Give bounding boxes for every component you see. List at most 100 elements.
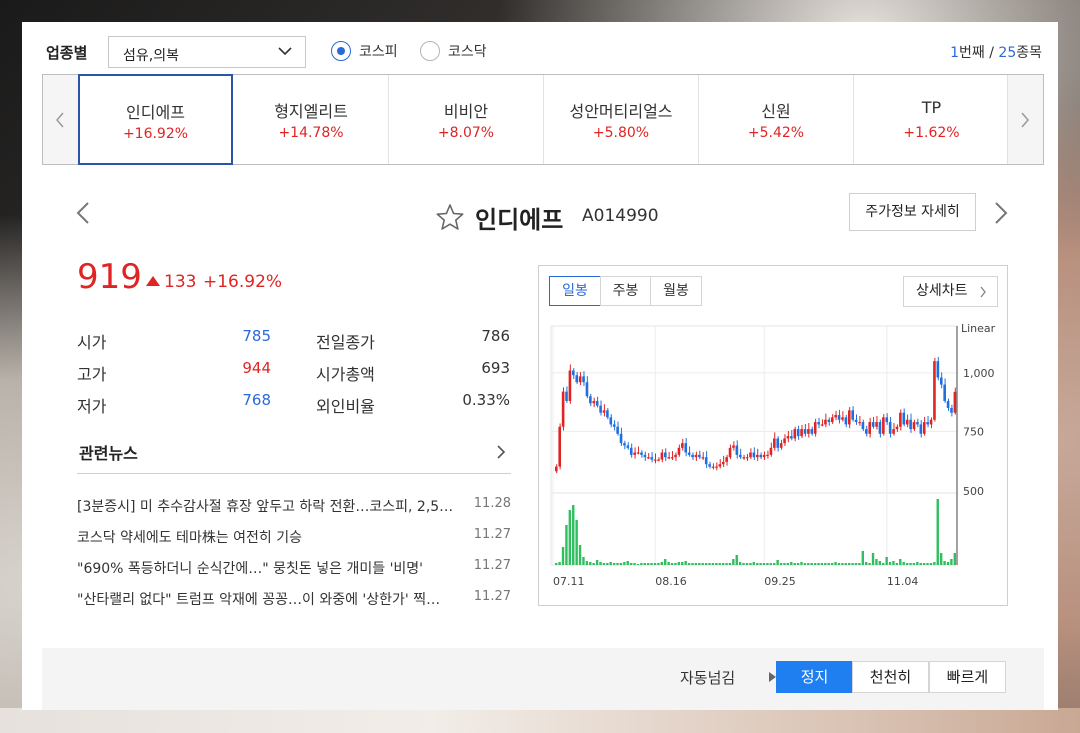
volume-bar	[626, 561, 629, 565]
candle	[633, 452, 636, 455]
candle	[790, 436, 793, 439]
market-radio-kosdaq[interactable]: 코스닥	[420, 40, 487, 62]
candle	[847, 410, 851, 425]
background-photo-bottom	[0, 708, 1080, 733]
volume-bar	[561, 547, 565, 565]
autoplay-slow-button[interactable]: 천천히	[852, 661, 929, 693]
tab-stock[interactable]: 형지엘리트 +14.78%	[234, 75, 389, 164]
chart-scale-label: Linear	[961, 322, 996, 335]
volume-bar	[592, 563, 595, 565]
candle	[565, 391, 568, 401]
stat-label: 시가	[77, 333, 107, 352]
autoplay-stop-button[interactable]: 정지	[776, 661, 853, 693]
tab-stock-name: 비비안	[443, 102, 489, 121]
volume-bar	[953, 553, 956, 565]
candle	[725, 457, 728, 462]
candle	[732, 445, 735, 448]
volume-bar	[623, 562, 626, 565]
candle	[851, 410, 854, 420]
candle	[738, 454, 742, 458]
news-item[interactable]: "690% 폭등하더니 순식간에…" 뭉칫돈 넣은 개미들 '비명' 11.27	[77, 556, 511, 580]
tabs-prev-button[interactable]	[43, 75, 79, 164]
candle	[902, 412, 906, 425]
volume-bar	[636, 564, 640, 565]
candle	[803, 429, 807, 434]
stat-label: 저가	[77, 397, 107, 416]
tab-stock[interactable]: 인디에프 +16.92%	[78, 74, 233, 165]
stock-detail-button[interactable]: 주가정보 자세히	[849, 193, 976, 231]
candle	[612, 424, 616, 427]
volume-bar	[735, 555, 738, 565]
volume-bar	[602, 563, 606, 565]
news-section-title: 관련뉴스	[79, 444, 138, 463]
chart-period-monthly[interactable]: 월봉	[650, 276, 702, 306]
x-tick-label: 07.11	[553, 575, 585, 588]
news-item[interactable]: [3분증시] 미 추수감사절 휴장 앞두고 하락 전환…코스피, 2,5… 11…	[77, 494, 511, 518]
market-radio-kospi[interactable]: 코스피	[331, 40, 398, 62]
news-item[interactable]: 코스닥 약세에도 테마株는 여전히 기승 11.27	[77, 525, 511, 549]
volume-bar	[738, 562, 742, 565]
candle	[592, 400, 596, 404]
candle	[568, 370, 572, 401]
tab-stock[interactable]: 성안머티리얼스 +5.80%	[544, 75, 699, 164]
news-date: 11.27	[473, 527, 511, 542]
volume-bar	[762, 563, 766, 565]
volume-bar	[664, 559, 667, 565]
candle	[888, 422, 892, 434]
next-stock-arrow-icon[interactable]	[992, 200, 1010, 226]
pager-total: 25	[998, 45, 1017, 61]
candle	[691, 454, 694, 458]
volume-bar	[572, 505, 575, 565]
news-headline: [3분증시] 미 추수감사절 휴장 앞두고 하락 전환…코스피, 2,5…	[77, 499, 454, 515]
pager-total-suffix: 종목	[1016, 45, 1042, 61]
market-radio-label: 코스피	[359, 44, 398, 60]
candle	[796, 429, 800, 437]
candle	[582, 376, 585, 383]
volume-bar	[813, 563, 817, 565]
tab-stock[interactable]: 비비안 +8.07%	[389, 75, 544, 164]
candle	[687, 452, 691, 455]
candle	[779, 443, 783, 448]
candle	[578, 376, 582, 383]
favorite-star-icon[interactable]	[435, 203, 465, 231]
prev-stock-arrow-icon[interactable]	[74, 200, 92, 226]
volume-bar	[711, 563, 715, 565]
candlestick-chart[interactable]: Linear 1,000 750 500 07.11 08.16 09.25 11.04	[547, 322, 1001, 598]
tab-stock[interactable]: 신원 +5.42%	[699, 75, 854, 164]
news-item[interactable]: "산타랠리 없다" 트럼프 악재에 꽁꽁…이 와중에 '상한가' 찍… 11.2…	[77, 587, 511, 611]
candle	[684, 443, 688, 453]
chart-period-weekly[interactable]: 주봉	[600, 276, 651, 306]
filter-bar: 업종별 섬유,의복 코스피 코스닥 1번째 / 25종목	[22, 22, 1058, 74]
stock-tabs: 인디에프 +16.92% 형지엘리트 +14.78% 비비안 +8.07% 성안…	[42, 74, 1044, 165]
candle	[664, 452, 667, 458]
chart-period-daily[interactable]: 일봉	[549, 276, 601, 306]
autoplay-bar: 자동넘김 정지 천천히 빠르게	[42, 648, 1044, 710]
radio-selected-icon	[331, 41, 351, 61]
chevron-right-icon[interactable]	[496, 444, 506, 460]
candle	[844, 417, 848, 425]
volume-bar	[837, 563, 841, 565]
volume-bar	[677, 562, 681, 565]
candle	[824, 419, 827, 425]
autoplay-fast-button[interactable]: 빠르게	[929, 661, 1006, 693]
detail-chart-button[interactable]: 상세차트	[903, 276, 998, 307]
tabs-next-button[interactable]	[1007, 75, 1043, 164]
candle	[813, 422, 817, 434]
news-date: 11.27	[473, 589, 511, 604]
tab-stock-change: +1.62%	[903, 125, 960, 141]
volume-bar	[820, 563, 824, 565]
candle	[721, 461, 725, 465]
candle	[892, 429, 895, 434]
volume-bar	[612, 563, 616, 565]
candle	[742, 457, 745, 459]
tab-stock[interactable]: TP +1.62%	[854, 75, 1009, 164]
tab-stock-name: 인디에프	[126, 103, 185, 122]
volume-bar	[946, 562, 950, 565]
volume-bar	[841, 563, 844, 565]
candle	[871, 422, 875, 427]
candle	[865, 429, 868, 434]
volume-bar	[878, 561, 882, 565]
sector-select[interactable]: 섬유,의복	[108, 36, 306, 68]
candle	[701, 457, 705, 459]
stat-value-foreign-ratio: 0.33%	[462, 391, 510, 409]
